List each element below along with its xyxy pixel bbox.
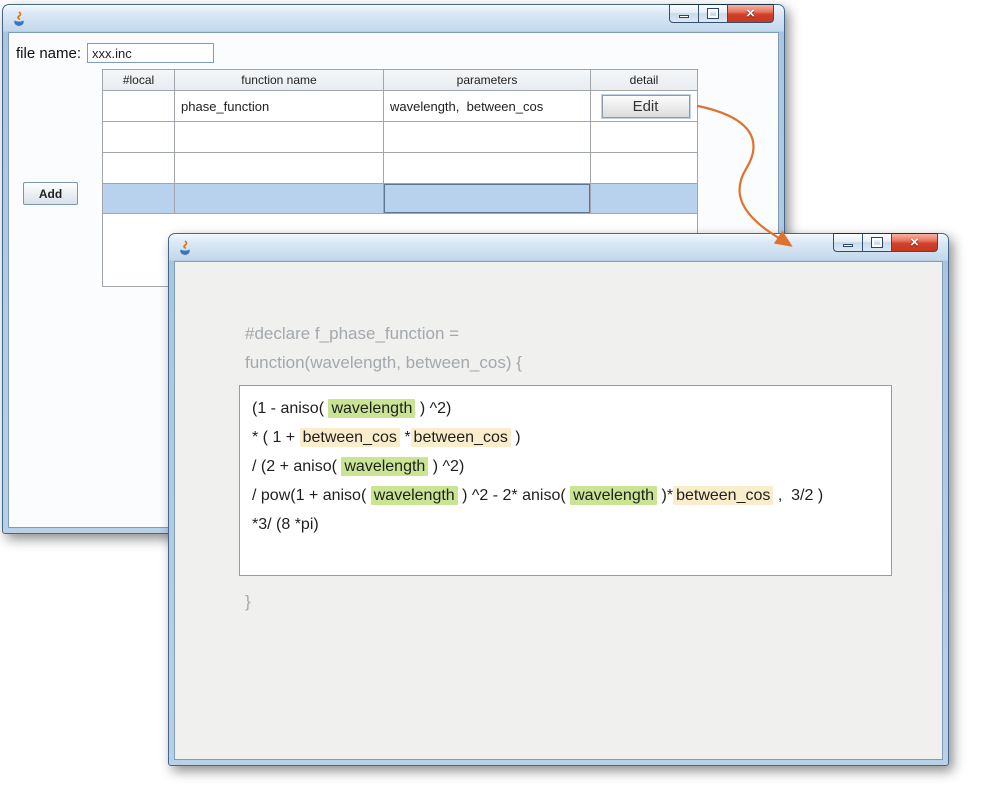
table-row[interactable] (103, 153, 697, 184)
column-header-function-name[interactable]: function name (175, 70, 384, 91)
cell-detail: Edit (591, 91, 697, 122)
code-line-5: *3/ (8 *pi) (252, 510, 879, 539)
cell-parameters[interactable] (384, 122, 591, 153)
highlight-between-cos: between_cos (300, 428, 400, 447)
file-name-label: file name: (16, 45, 81, 62)
minimize-icon (679, 15, 689, 18)
cell-function-name[interactable] (175, 184, 384, 214)
cell-detail[interactable] (591, 153, 697, 184)
cell-local[interactable] (103, 153, 175, 184)
table-row[interactable]: phase_function wavelength, between_cos E… (103, 91, 697, 122)
cell-local[interactable] (103, 184, 175, 214)
edit-button[interactable]: Edit (602, 95, 690, 118)
table-row[interactable] (103, 122, 697, 153)
cell-parameters-focused[interactable] (384, 184, 591, 214)
code-line-3: / (2 + aniso( wavelength ) ^2) (252, 452, 879, 481)
file-name-input[interactable] (87, 43, 214, 63)
cell-detail[interactable] (591, 184, 697, 214)
cell-function-name[interactable]: phase_function (175, 91, 384, 122)
file-name-row: file name: (16, 43, 214, 63)
minimize-button[interactable] (669, 4, 698, 23)
cell-detail[interactable] (591, 122, 697, 153)
minimize-button[interactable] (833, 233, 862, 252)
function-editor-window: × #declare f_phase_function = function(w… (168, 233, 949, 766)
cell-function-name[interactable] (175, 122, 384, 153)
cell-local[interactable] (103, 122, 175, 153)
cell-parameters[interactable] (384, 153, 591, 184)
cell-function-name[interactable] (175, 153, 384, 184)
closing-brace: } (245, 592, 251, 612)
minimize-icon (843, 244, 853, 247)
desktop: × file name: #local function name parame… (0, 0, 1000, 800)
highlight-wavelength: wavelength (341, 457, 428, 476)
declare-line: #declare f_phase_function = (245, 324, 459, 344)
code-line-1: (1 - aniso( wavelength ) ^2) (252, 394, 879, 423)
highlight-between-cos: between_cos (673, 486, 773, 505)
close-button[interactable]: × (891, 233, 938, 252)
java-icon (177, 240, 193, 256)
close-icon: × (746, 6, 755, 21)
close-icon: × (910, 235, 919, 250)
window1-controls: × (669, 4, 774, 23)
column-header-detail[interactable]: detail (591, 70, 697, 91)
table-row-selected[interactable] (103, 184, 697, 214)
java-icon (11, 11, 27, 27)
maximize-icon (872, 238, 882, 247)
function-body-editor[interactable]: (1 - aniso( wavelength ) ^2) * ( 1 + bet… (239, 385, 892, 576)
cell-local[interactable] (103, 91, 175, 122)
column-header-parameters[interactable]: parameters (384, 70, 591, 91)
cell-parameters[interactable]: wavelength, between_cos (384, 91, 591, 122)
column-header-local[interactable]: #local (103, 70, 175, 91)
window1-titlebar[interactable] (3, 5, 784, 32)
close-button[interactable]: × (727, 4, 774, 23)
highlight-wavelength: wavelength (371, 486, 458, 505)
window2-titlebar[interactable] (169, 234, 948, 261)
maximize-icon (708, 9, 718, 18)
code-line-4: / pow(1 + aniso( wavelength ) ^2 - 2* an… (252, 481, 879, 510)
window2-controls: × (833, 233, 938, 252)
highlight-between-cos: between_cos (411, 428, 511, 447)
highlight-wavelength: wavelength (328, 399, 415, 418)
table-header-row: #local function name parameters detail (103, 70, 697, 91)
highlight-wavelength: wavelength (570, 486, 657, 505)
maximize-button[interactable] (862, 233, 891, 252)
window2-content: #declare f_phase_function = function(wav… (174, 261, 943, 760)
add-button[interactable]: Add (23, 182, 78, 205)
code-line-2: * ( 1 + between_cos *between_cos ) (252, 423, 879, 452)
function-signature-line: function(wavelength, between_cos) { (245, 353, 522, 373)
maximize-button[interactable] (698, 4, 727, 23)
